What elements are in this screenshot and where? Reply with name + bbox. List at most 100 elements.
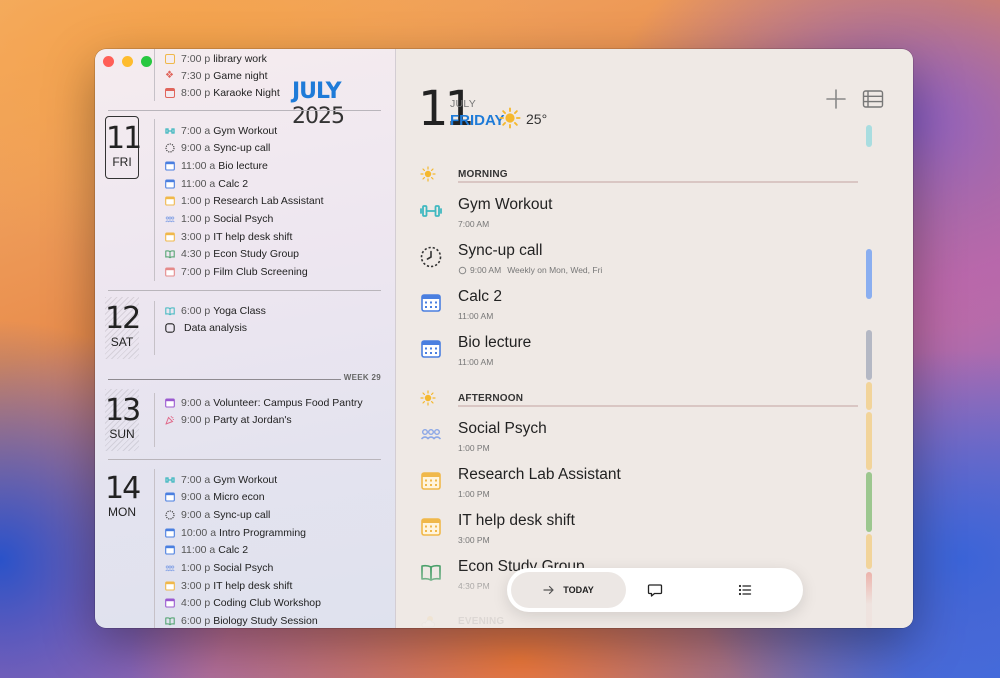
list-item[interactable]: 11:00 a Bio lecture [165,157,268,174]
calendar-icon [165,598,175,608]
timeline-bar [866,472,872,532]
list-item[interactable]: ❖ 7:30 p Game night [165,67,267,84]
section-title: MORNING [458,169,508,180]
list-item[interactable]: 9:00 p Party at Jordan's [165,412,292,429]
list-item[interactable]: Data analysis [165,320,247,337]
event-card[interactable]: Research Lab Assistant 1:00 PM [420,466,850,510]
list-item[interactable]: 8:00 p Karaoke Night [165,84,280,101]
repeat-icon [458,266,467,274]
sun-icon [499,107,521,129]
timeline-bar [866,249,872,299]
week-separator: WEEK 29 [108,373,381,387]
calendar-icon [165,492,175,502]
plus-icon [826,89,846,109]
day-divider [154,301,155,355]
list-item[interactable]: 11:00 a Calc 2 [165,175,248,192]
calendar-icon [165,581,175,591]
event-time: 9:00 AM Weekly on Mon, Wed, Fri [458,265,602,275]
dotted-circle-icon [165,143,175,153]
date-box-weekend[interactable]: 12 SAT [105,297,141,359]
event-time: 7:00 AM [458,219,490,229]
close-window-button[interactable] [103,56,114,67]
list-item[interactable]: 7:00 p library work [165,50,267,67]
window-controls [103,56,152,67]
dumbbell-icon [165,476,175,483]
timeline-bar [866,412,872,470]
day-divider [154,393,155,447]
event-card[interactable]: IT help desk shift 3:00 PM [420,512,850,556]
date-box-weekend[interactable]: 13 SUN [105,389,141,451]
timeline-bar [866,382,872,410]
event-time: 3:00 PM [458,535,490,545]
date-box[interactable]: 14 MON [105,467,141,529]
event-card[interactable]: Gym Workout 7:00 AM [420,196,850,240]
event-time: 1:00 PM [458,443,490,453]
today-button[interactable]: TODAY [511,572,626,608]
people-icon: ❖ [165,69,174,81]
day-divider [154,469,155,628]
calendar-icon [165,232,175,242]
book-icon [421,564,441,581]
list-view-button[interactable] [862,89,884,109]
event-title: IT help desk shift [458,512,575,529]
party-icon [165,416,175,426]
dumbbell-icon [420,205,442,217]
book-icon [165,617,175,626]
list-item[interactable]: 1:00 p Social Psych [165,211,273,228]
book-icon [165,306,175,315]
day-separator [108,459,381,460]
day-divider [154,119,155,281]
event-time: 11:00 AM [458,357,494,367]
day-detail-pane[interactable]: 11 JULY FRIDAY 25° MORNING Gym Workout 7… [396,49,913,628]
calendar-icon [165,53,175,64]
section-evening: EVENING [420,613,856,628]
list-item[interactable]: 7:00 a Gym Workout [165,471,277,488]
list-item[interactable]: 4:00 p Coding Club Workshop [165,595,321,612]
list-item[interactable]: 7:00 a Gym Workout [165,122,277,139]
timeline-bar [866,534,872,569]
list-item[interactable]: 9:00 a Volunteer: Campus Food Pantry [165,394,363,411]
calendar-icon [421,518,441,536]
event-title: Calc 2 [458,288,502,305]
week-label: WEEK 29 [343,373,381,382]
calendar-icon [165,528,175,538]
list-item[interactable]: 7:00 p Film Club Screening [165,264,308,281]
maximize-window-button[interactable] [141,56,152,67]
list-item[interactable]: 3:00 p IT help desk shift [165,228,292,245]
calendar-icon [165,196,175,206]
event-card[interactable]: Bio lecture 11:00 AM [420,334,850,378]
add-event-button[interactable] [824,87,848,111]
list-item[interactable]: 11:00 a Calc 2 [165,542,248,559]
timeline-bar [866,330,872,380]
event-time: 1:00 PM [458,489,490,499]
chat-icon[interactable] [647,582,663,598]
people-icon [420,428,442,440]
list-icon[interactable] [737,582,753,598]
detail-weekday: FRIDAY [450,112,505,129]
calendar-icon [165,179,175,189]
app-window: JULY 2025 7:00 p library work ❖ 7:30 p G… [95,49,913,628]
event-title: Sync-up call [458,242,543,259]
arrow-right-icon [543,585,554,595]
minimize-window-button[interactable] [122,56,133,67]
month-title: JULY 2025 [292,79,395,129]
list-item[interactable]: 1:00 p Research Lab Assistant [165,193,324,210]
list-item[interactable]: 9:00 a Sync-up call [165,506,270,523]
list-item[interactable]: 1:00 p Social Psych [165,560,273,577]
people-icon [165,565,175,572]
list-item[interactable]: 6:00 p Biology Study Session [165,613,318,628]
event-card[interactable]: Calc 2 11:00 AM [420,288,850,332]
list-item[interactable]: 10:00 a Intro Programming [165,524,306,541]
list-item[interactable]: 9:00 a Sync-up call [165,140,270,157]
event-card[interactable]: Social Psych 1:00 PM [420,420,850,464]
calendar-icon [421,294,441,312]
event-card[interactable]: Sync-up call 9:00 AM Weekly on Mon, Wed,… [420,242,850,286]
calendar-list-pane[interactable]: JULY 2025 7:00 p library work ❖ 7:30 p G… [95,49,396,628]
date-box-today[interactable]: 11 FRI [105,116,142,179]
list-item[interactable]: 4:30 p Econ Study Group [165,246,299,263]
list-item[interactable]: 3:00 p IT help desk shift [165,577,292,594]
list-item[interactable]: 6:00 p Yoga Class [165,302,266,319]
dotted-circle-icon [165,510,175,520]
list-item[interactable]: 9:00 a Micro econ [165,489,265,506]
event-title: Gym Workout [458,196,553,213]
